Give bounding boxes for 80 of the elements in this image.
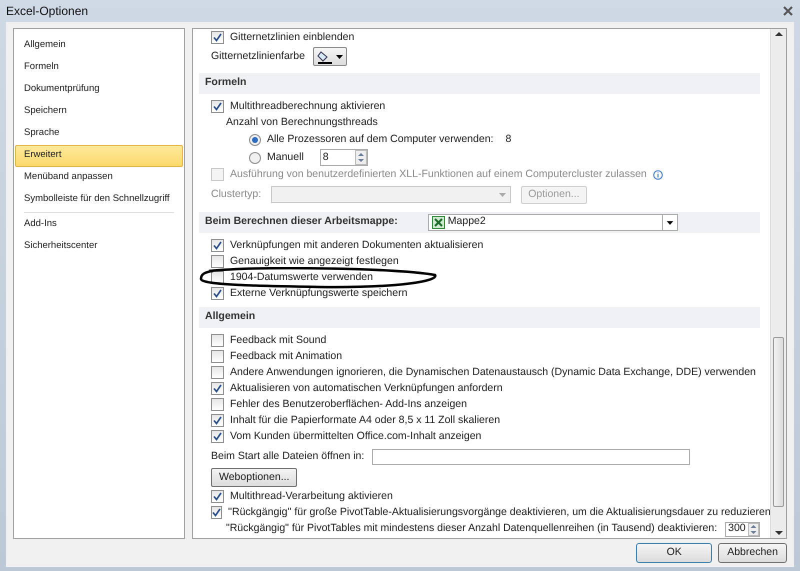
pivot-rows-spinner[interactable]: 300: [725, 522, 760, 537]
section-title: Allgemein: [205, 309, 256, 324]
select-value: Mappe2: [448, 214, 487, 230]
checkbox-label: Inhalt für die Papierformate A4 oder 8,5 x 11 Zoll skalieren: [230, 412, 500, 428]
scroll-up-icon[interactable]: [774, 30, 782, 36]
radio-button[interactable]: [249, 152, 261, 164]
checkbox[interactable]: [211, 100, 224, 114]
section-title: Beim Berechnen dieser Arbeitsmappe:: [205, 214, 398, 230]
sidebar-item[interactable]: Add-Ins: [15, 214, 183, 236]
checkbox[interactable]: [211, 506, 222, 520]
close-icon[interactable]: [782, 4, 794, 17]
checkbox[interactable]: [211, 382, 224, 396]
checkbox-label: Ausführung von benutzerdefinierten XLL-Funktionen auf einem Computercluster zulassen: [230, 166, 647, 182]
checkbox[interactable]: [211, 398, 224, 412]
checkbox-label: Feedback mit Sound: [230, 332, 326, 348]
checkbox[interactable]: [211, 490, 224, 504]
scroll-down-icon[interactable]: [774, 530, 782, 536]
option-label: Anzahl von Berechnungsthreads: [226, 116, 378, 128]
processor-count: 8: [505, 132, 512, 147]
checkbox[interactable]: [211, 239, 224, 252]
sidebar-item[interactable]: Symbolleiste für den Schnellzugriff: [15, 188, 183, 211]
sidebar-item[interactable]: Erweitert: [15, 144, 183, 167]
checkbox[interactable]: [211, 31, 224, 44]
option-label: "Rückgängig" für PivotTables mit mindestens dieser Anzahl Datenquellenreihen (in Tausend) deaktivieren:: [226, 521, 718, 536]
checkbox[interactable]: [211, 366, 224, 380]
checkbox[interactable]: [211, 430, 224, 444]
checkmark-icon: [213, 384, 222, 394]
checkmark-icon: [213, 241, 222, 250]
spinner-arrows-icon[interactable]: [354, 150, 367, 166]
dropdown-arrow-icon: [336, 54, 343, 59]
sidebar-item[interactable]: Dokumentprüfung: [15, 78, 183, 101]
startup-folder-field[interactable]: [372, 448, 690, 465]
ok-button[interactable]: OK: [636, 542, 712, 563]
spinner-value: 8: [322, 150, 330, 165]
spreadsheet-icon: [432, 216, 445, 229]
checkbox-label: Vom Kunden übermittelten Office.com-Inhalt anzeigen: [230, 428, 482, 444]
checkbox-label: Multithreadberechnung aktivieren: [230, 98, 386, 114]
spinner-value: 300: [727, 521, 747, 536]
checkbox[interactable]: [211, 414, 224, 428]
radio-label: Alle Prozessoren auf dem Computer verwenden:: [267, 132, 494, 147]
checkbox-label: Genauigkeit wie angezeigt festlegen: [230, 254, 399, 269]
sidebar-item[interactable]: Formeln: [15, 56, 183, 79]
web-options-button[interactable]: Weboptionen...: [211, 468, 298, 488]
spinner-arrows-icon[interactable]: [748, 522, 759, 536]
option-label: Clustertyp:: [211, 186, 262, 202]
scrollbar[interactable]: [770, 28, 786, 538]
checkbox[interactable]: [211, 334, 224, 348]
checkbox[interactable]: [211, 255, 224, 268]
checkbox-label: Feedback mit Animation: [230, 348, 342, 364]
checkbox-label: Gitternetzlinien einblenden: [230, 30, 354, 45]
option-label: Beim Start alle Dateien öffnen in:: [211, 448, 364, 464]
workbook-select[interactable]: Mappe2: [428, 214, 678, 231]
checkbox-label: Externe Verknüpfungswerte speichern: [230, 286, 408, 301]
sidebar-item[interactable]: Allgemein: [15, 34, 183, 57]
sidebar-item[interactable]: Menüband anpassen: [15, 166, 183, 189]
option-label: Gitternetzlinienfarbe: [211, 48, 305, 64]
checkbox-label: Multithread-Verarbeitung aktivieren: [230, 488, 393, 504]
checkbox-label: 1904-Datumswerte verwenden: [230, 270, 373, 285]
radio-label: Manuell: [267, 150, 304, 165]
checkmark-icon: [213, 102, 222, 112]
scrollbar-thumb[interactable]: [773, 336, 784, 507]
cancel-button[interactable]: Abbrechen: [718, 542, 787, 563]
checkmark-icon: [213, 33, 222, 42]
checkbox[interactable]: [211, 287, 224, 300]
sidebar-item[interactable]: Speichern: [15, 100, 183, 123]
checkmark-icon: [213, 289, 222, 298]
checkbox-label: Aktualisieren von automatischen Verknüpfungen anfordern: [230, 380, 503, 396]
sidebar-item[interactable]: Sicherheitscenter: [15, 236, 183, 258]
section-title: Formeln: [205, 75, 246, 90]
window-title: Excel-Optionen: [6, 2, 88, 20]
checkbox-label: Verknüpfungen mit anderen Dokumenten aktualisieren: [230, 238, 484, 253]
checkbox[interactable]: [211, 350, 224, 364]
thread-count-spinner[interactable]: 8: [320, 149, 368, 166]
paint-bucket-icon: [316, 50, 333, 64]
sidebar-item[interactable]: Sprache: [15, 122, 183, 145]
radio-button[interactable]: [249, 134, 261, 146]
checkbox-label: ''Rückgängig'' für große PivotTable-Aktualisierungsvorgänge deaktivieren, um die Aktualisierungsdauer zu reduzieren: [228, 504, 770, 520]
color-picker-button[interactable]: [312, 47, 347, 66]
checkbox-label: Andere Anwendungen ignorieren, die Dynamischen Datenaustausch (Dynamic Data Exchange, DDE) verwenden: [230, 364, 756, 380]
checkbox-label: Fehler des Benutzeroberflächen- Add-Ins anzeigen: [230, 396, 467, 412]
